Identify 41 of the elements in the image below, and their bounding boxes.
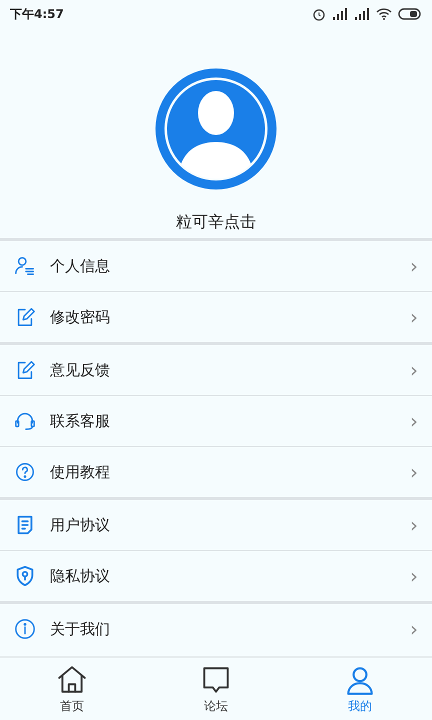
chevron-icon: › — [410, 513, 418, 537]
menu-item[interactable]: 关于我们 › — [0, 604, 432, 654]
status-time: 下午4:57 — [10, 6, 64, 22]
signal-icon — [332, 8, 348, 20]
signal-icon — [354, 8, 370, 20]
chevron-icon: › — [410, 305, 418, 329]
chevron-icon: › — [410, 617, 418, 641]
menu-item[interactable]: 个人信息 › — [0, 241, 432, 291]
menu-item[interactable]: 用户协议 › — [0, 500, 432, 550]
menu-item[interactable]: 修改密码 › — [0, 291, 432, 342]
menu-label: 关于我们 — [50, 620, 111, 638]
menu-item[interactable]: 使用教程 › — [0, 446, 432, 497]
info-icon — [14, 618, 36, 640]
nav-tab[interactable]: 论坛 — [144, 658, 288, 720]
battery-icon — [398, 8, 422, 20]
menu-label: 修改密码 — [50, 308, 111, 326]
person-list-icon — [14, 255, 36, 277]
wifi-icon — [376, 8, 392, 20]
nav-tab[interactable]: 我的 — [288, 658, 432, 720]
chevron-icon: › — [410, 358, 418, 382]
menu-label: 隐私协议 — [50, 566, 111, 586]
chevron-icon: › — [410, 254, 418, 278]
menu-item[interactable]: 隐私协议 › — [0, 550, 432, 601]
menu-item[interactable]: 意见反馈 › — [0, 345, 432, 395]
menu-label: 用户协议 — [50, 516, 111, 534]
menu-label: 个人信息 — [50, 256, 111, 276]
menu-label: 联系客服 — [50, 412, 111, 430]
menu-label: 意见反馈 — [50, 360, 111, 380]
menu-label: 使用教程 — [50, 462, 111, 482]
nav-tab[interactable]: 首页 — [0, 658, 144, 720]
shield-icon — [14, 565, 36, 587]
chevron-icon: › — [410, 460, 418, 484]
chevron-icon: › — [410, 564, 418, 588]
menu-item[interactable]: 联系客服 › — [0, 395, 432, 446]
home-icon — [56, 664, 88, 696]
help-icon — [14, 461, 36, 483]
chevron-icon: › — [410, 409, 418, 433]
alarm-icon — [312, 7, 326, 21]
user-name[interactable]: 粒可辛点击 — [176, 212, 256, 233]
headset-icon — [14, 410, 36, 432]
avatar-icon[interactable] — [155, 68, 277, 190]
